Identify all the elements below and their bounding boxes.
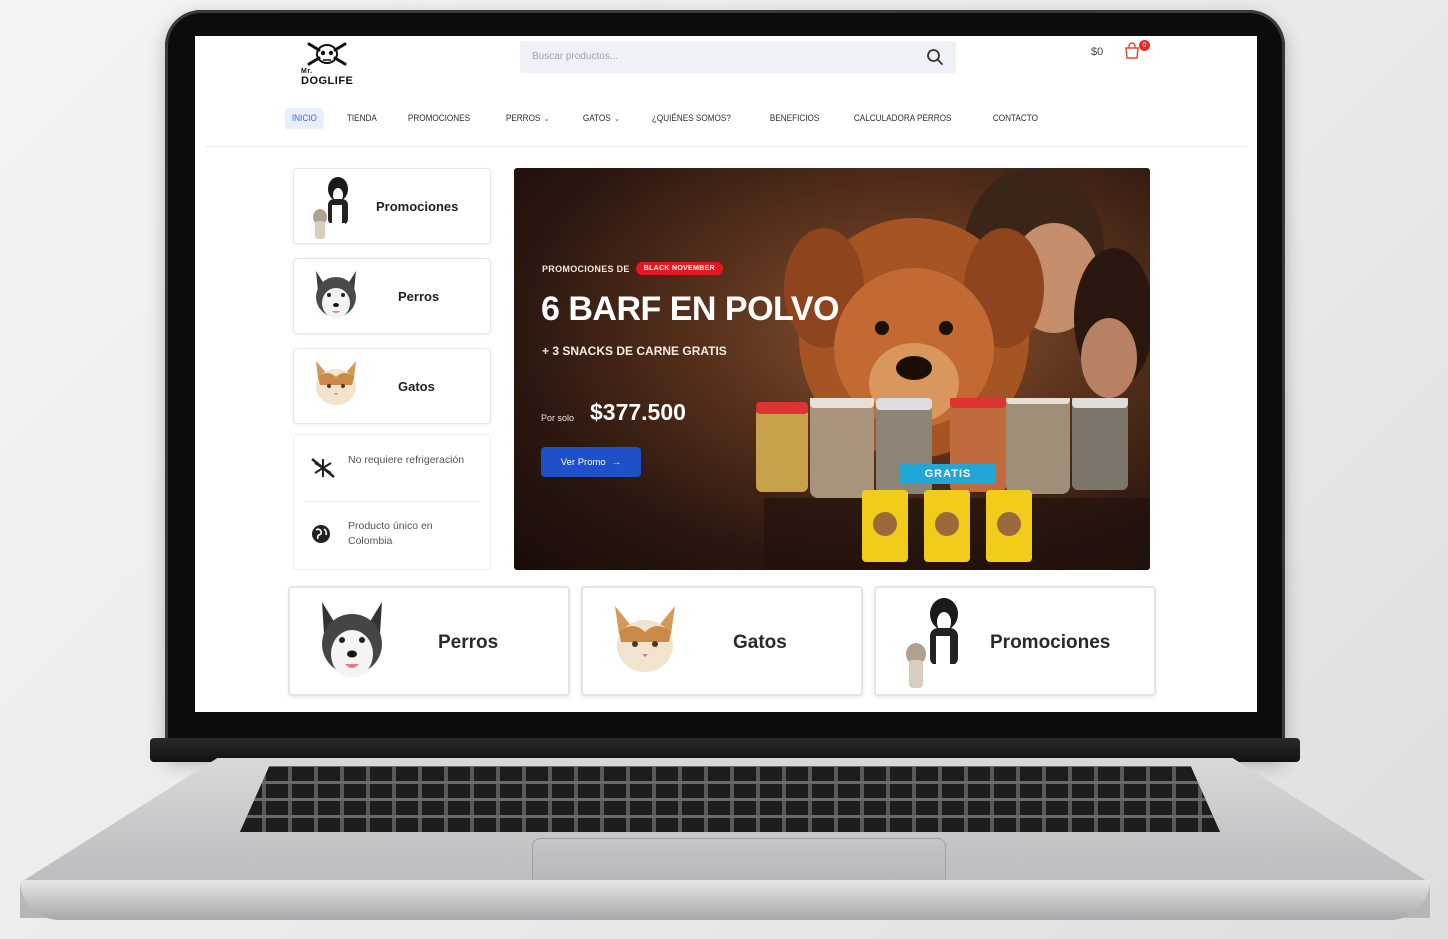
category-card-label: Gatos: [733, 632, 787, 653]
nav-item-tienda[interactable]: TIENDA: [340, 108, 384, 129]
ver-promo-label: Ver Promo: [560, 456, 606, 468]
dog-skull-logo-icon: [307, 42, 347, 66]
category-card-promociones[interactable]: Promociones: [874, 586, 1156, 696]
gratis-ribbon: GRATIS: [900, 464, 996, 484]
site-logo[interactable]: Mr. DOGLIFE: [299, 40, 359, 87]
sidebar-card-label: Perros: [398, 289, 440, 304]
sidebar-card-promociones[interactable]: Promociones: [293, 168, 491, 244]
keyboard: [240, 766, 1220, 832]
search-bar[interactable]: Buscar productos...: [520, 41, 956, 73]
dog-cat-promo-icon: [906, 598, 958, 688]
nav-item-calculadora-perros[interactable]: CALCULADORA PERROS: [847, 108, 958, 129]
hero-kicker-text: PROMOCIONES DE: [542, 263, 630, 274]
site-header: Mr. DOGLIFE Buscar productos... $0 0: [195, 36, 1257, 96]
hero-price: $377.500: [590, 399, 686, 425]
feature-no-refrigeration: No requiere refrigeración: [294, 437, 490, 499]
cart-count-badge: 0: [1139, 40, 1150, 51]
features-panel: No requiere refrigeración Producto único…: [293, 434, 491, 570]
feature-text: No requiere refrigeración: [348, 454, 465, 466]
main-nav: INICIO TIENDA PROMOCIONES PERROS ⌄ GATOS…: [285, 106, 1064, 130]
category-card-label: Perros: [438, 632, 499, 653]
husky-icon: [316, 271, 356, 318]
nav-item-beneficios[interactable]: BENEFICIOS: [763, 108, 826, 129]
sidebar-card-perros[interactable]: Perros: [293, 258, 491, 334]
feature-unique-product: Producto único en Colombia: [294, 503, 490, 565]
chevron-down-icon: ⌄: [614, 113, 620, 123]
search-icon[interactable]: [926, 48, 944, 66]
nav-label: TIENDA: [346, 112, 377, 124]
logo-line1: Mr.: [301, 68, 313, 75]
nav-item-promociones[interactable]: PROMOCIONES: [401, 108, 477, 129]
sidebar-card-label: Promociones: [376, 199, 459, 214]
hero-kicker: PROMOCIONES DE BLACK NOVEMBER: [542, 262, 723, 275]
nav-item-contacto[interactable]: CONTACTO: [986, 108, 1045, 129]
laptop-front-lip: [20, 880, 1430, 920]
website-screen: Mr. DOGLIFE Buscar productos... $0 0 INI…: [195, 36, 1257, 712]
nav-label: PERROS: [506, 112, 541, 124]
nav-label: GATOS: [582, 112, 611, 124]
nav-item-gatos[interactable]: GATOS ⌄: [576, 108, 627, 129]
cat-icon: [615, 606, 675, 672]
globe-icon: [312, 525, 330, 543]
cat-icon: [316, 361, 356, 405]
cart-total[interactable]: $0: [1091, 46, 1103, 58]
arrow-right-icon: →: [611, 456, 622, 468]
chevron-down-icon: ⌄: [544, 113, 550, 123]
dog-cat-promo-icon: [313, 177, 348, 239]
nav-label: INICIO: [291, 112, 317, 124]
nav-label: CALCULADORA PERROS: [853, 112, 952, 124]
hero-subtitle: + 3 SNACKS DE CARNE GRATIS: [542, 344, 727, 358]
husky-icon: [322, 602, 382, 678]
product-jars-image: [756, 398, 1128, 562]
hero-banner[interactable]: PROMOCIONES DE BLACK NOVEMBER 6 BARF EN …: [514, 168, 1150, 570]
logo-line2: DOGLIFE: [301, 75, 354, 87]
nav-item-inicio[interactable]: INICIO: [285, 107, 324, 129]
logo-text: Mr. DOGLIFE: [301, 68, 353, 87]
header-divider: [205, 146, 1247, 147]
nav-item-quienes-somos[interactable]: ¿QUIÉNES SOMOS?: [645, 108, 738, 129]
nav-label: CONTACTO: [992, 112, 1039, 124]
ver-promo-button[interactable]: Ver Promo →: [541, 447, 641, 477]
nav-label: ¿QUIÉNES SOMOS?: [651, 112, 731, 124]
sidebar-card-gatos[interactable]: Gatos: [293, 348, 491, 424]
category-card-perros[interactable]: Perros: [288, 586, 570, 696]
nav-item-perros[interactable]: PERROS ⌄: [499, 108, 556, 129]
category-card-label: Promociones: [990, 632, 1111, 653]
black-november-badge: BLACK NOVEMBER: [635, 262, 723, 275]
hero-price-prefix: Por solo: [541, 413, 575, 423]
hero-title: 6 BARF EN POLVO: [541, 290, 839, 328]
no-snowflake-icon: [311, 458, 335, 478]
category-card-gatos[interactable]: Gatos: [581, 586, 863, 696]
feature-text: Producto único en Colombia: [348, 520, 433, 547]
sidebar-card-label: Gatos: [398, 379, 435, 394]
nav-label: PROMOCIONES: [407, 112, 470, 124]
nav-label: BENEFICIOS: [769, 112, 820, 124]
search-input[interactable]: Buscar productos...: [532, 51, 618, 62]
feature-divider: [304, 501, 480, 502]
